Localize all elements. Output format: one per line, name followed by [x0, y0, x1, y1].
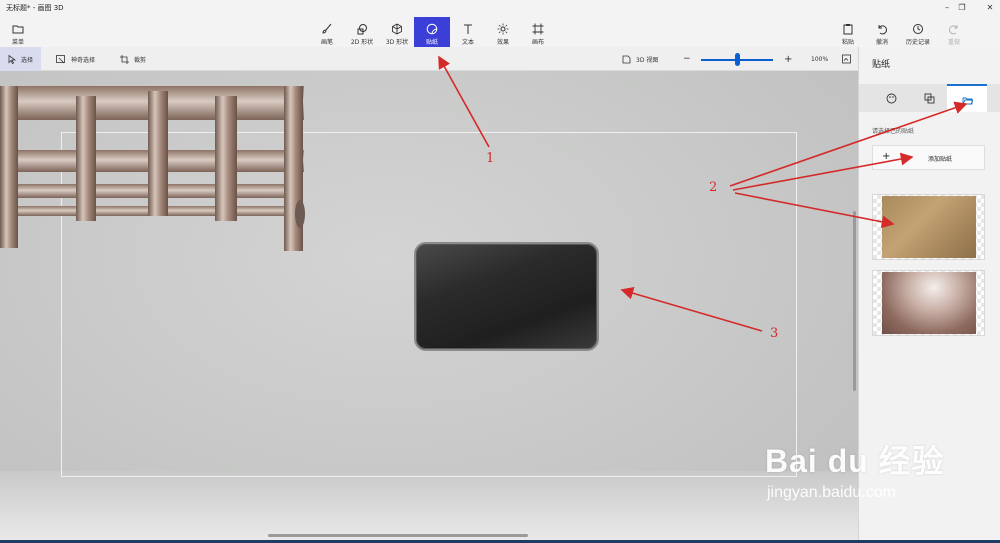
zoom-out-icon[interactable]: − — [683, 52, 691, 66]
vertical-scrollbar[interactable] — [853, 211, 856, 391]
pointer-icon — [8, 54, 16, 64]
palette-icon — [886, 93, 896, 103]
undo-label: 撤消 — [875, 39, 888, 46]
add-sticker-label: 添加贴纸 — [928, 156, 953, 163]
stickers-label: 贴纸 — [425, 39, 438, 46]
annotation-label-3: 3 — [770, 326, 779, 341]
undo-icon — [878, 25, 887, 35]
canvas-tool[interactable]: 画布 — [520, 17, 556, 47]
effects-label: 效果 — [496, 39, 509, 46]
folder-open-icon — [962, 97, 974, 104]
redo-button[interactable]: 重做 — [936, 17, 972, 47]
paste-label: 粘贴 — [841, 39, 854, 46]
brush-label: 画笔 — [320, 39, 333, 46]
zoom-level: 100% — [811, 55, 829, 63]
add-sticker-button[interactable]: + 添加贴纸 — [872, 145, 985, 170]
brush-icon — [322, 23, 332, 34]
2d-shapes-tool[interactable]: 2D 形状 — [344, 17, 380, 47]
maximize-icon[interactable]: ❐ — [955, 2, 969, 14]
crop-icon — [120, 54, 129, 64]
zoom-in-icon[interactable]: + — [784, 52, 792, 66]
magic-select-button[interactable]: 神奇选择 — [56, 52, 95, 66]
history-button[interactable]: 历史记录 — [900, 17, 936, 47]
minimize-icon[interactable]: – — [940, 2, 954, 14]
3d-shapes-tool[interactable]: 3D 形状 — [379, 17, 415, 47]
magic-select-label: 神奇选择 — [71, 56, 96, 64]
paste-icon — [843, 24, 853, 35]
sticker-tabs — [859, 84, 1000, 112]
tab-custom-stickers[interactable] — [947, 84, 987, 112]
close-icon[interactable]: ✕ — [983, 2, 997, 14]
watermark-url: jingyan.baidu.com — [767, 484, 896, 501]
2d-shapes-icon — [357, 24, 367, 35]
text-tool[interactable]: 文本 — [450, 17, 486, 47]
stickers-icon — [426, 23, 438, 35]
effects-icon — [497, 23, 509, 35]
sticker-thumbnail-gold[interactable] — [872, 194, 985, 260]
3d-shapes-label: 3D 形状 — [385, 39, 409, 46]
canvas-icon — [532, 23, 544, 35]
zoom-slider-thumb[interactable] — [735, 53, 740, 66]
history-icon — [913, 24, 923, 34]
3d-view-label: 3D 视图 — [636, 56, 659, 64]
menu-label: 菜单 — [11, 39, 24, 46]
texture-icon — [924, 93, 934, 103]
canvas-viewport[interactable] — [0, 71, 858, 540]
effects-tool[interactable]: 效果 — [485, 17, 521, 47]
annotation-label-2: 2 — [709, 180, 718, 195]
brush-tool[interactable]: 画笔 — [309, 17, 345, 47]
redo-icon — [949, 25, 958, 35]
3d-shapes-icon — [392, 23, 402, 35]
canvas-label: 画布 — [531, 39, 544, 46]
redo-label: 重做 — [947, 39, 960, 46]
magic-select-icon — [56, 54, 65, 63]
undo-button[interactable]: 撤消 — [864, 17, 900, 47]
select-label: 选择 — [21, 56, 34, 64]
canvas-floor — [0, 471, 858, 540]
tab-textures[interactable] — [909, 84, 949, 112]
history-label: 历史记录 — [905, 39, 930, 46]
window-title: 无标题* - 画图 3D — [6, 4, 64, 12]
crop-button[interactable]: 裁剪 — [120, 52, 146, 66]
folder-icon — [12, 25, 24, 34]
custom-sticker-hint: 请选择已的贴纸 — [872, 128, 915, 135]
select-button[interactable]: 选择 — [0, 47, 42, 71]
3d-view-toggle[interactable]: 3D 视图 — [622, 52, 658, 66]
tab-stickers[interactable] — [871, 84, 911, 112]
stickers-tool[interactable]: 贴纸 — [414, 17, 450, 47]
horizontal-scrollbar[interactable] — [268, 534, 528, 537]
panel-title: 贴纸 — [872, 60, 891, 70]
title-bar: 无标题* - 画图 3D – ❐ ✕ 菜单 画笔 2D 形状 3D 形状 贴纸 … — [0, 0, 1000, 47]
menu-button[interactable]: 菜单 — [0, 17, 36, 47]
gold-texture — [882, 196, 976, 258]
dark-rounded-3d-shape[interactable] — [414, 242, 599, 351]
paste-button[interactable]: 粘贴 — [830, 17, 866, 47]
crop-label: 裁剪 — [134, 56, 147, 64]
3d-view-icon — [622, 55, 631, 63]
annotation-label-1: 1 — [486, 151, 495, 166]
2d-shapes-label: 2D 形状 — [350, 39, 374, 46]
sticker-thumbnail-brushed[interactable] — [872, 270, 985, 336]
baidu-watermark: Bai du 经验 jingyan.baidu.com — [765, 436, 945, 502]
plus-icon: + — [882, 151, 891, 162]
fit-view-icon[interactable] — [842, 52, 851, 66]
text-label: 文本 — [461, 39, 474, 46]
metal-shelf-object[interactable] — [0, 86, 310, 256]
text-icon — [464, 24, 472, 34]
brushed-metal-texture — [882, 272, 976, 334]
watermark-brand: Bai du 经验 — [765, 443, 945, 479]
